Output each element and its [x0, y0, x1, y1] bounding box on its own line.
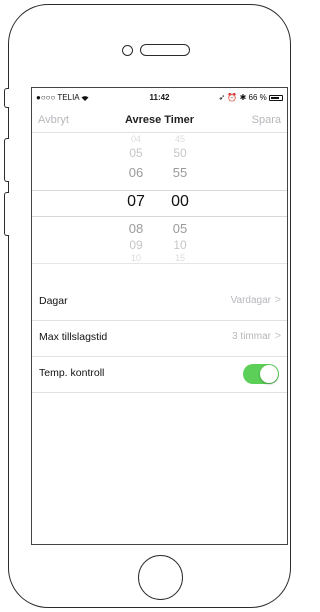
minute-option[interactable]: 50 [160, 146, 200, 160]
temp-control-label: Temp. kontroll [39, 367, 105, 379]
minute-selected[interactable]: 00 [160, 193, 200, 211]
time-picker[interactable]: 04 05 06 07 08 09 10 45 50 55 00 05 10 1… [32, 133, 287, 264]
max-time-value: 3 timmar [232, 331, 271, 342]
volume-down-button [4, 192, 9, 236]
camera-icon [122, 45, 133, 56]
page-title: Avrese Timer [124, 114, 195, 126]
hour-option[interactable]: 06 [116, 165, 156, 180]
toggle-knob [260, 365, 278, 383]
battery-icon [269, 94, 283, 101]
speaker-grille [140, 44, 190, 56]
phone-frame: ●○○○ TELIA 11:42 ➶ ⏰ ✱ 66 % Avbryt Avres… [8, 4, 291, 608]
days-label: Dagar [39, 295, 68, 307]
minute-option[interactable]: 05 [160, 221, 200, 236]
save-button[interactable]: Spara [252, 114, 281, 126]
chevron-right-icon: > [274, 294, 281, 306]
temp-control-toggle[interactable] [243, 364, 279, 384]
hour-option[interactable]: 09 [116, 238, 156, 252]
days-value: Vardagar [230, 295, 271, 306]
temp-control-row: Temp. kontroll [32, 356, 287, 393]
home-button[interactable] [138, 555, 183, 600]
max-time-label: Max tillslagstid [39, 331, 108, 343]
minute-option[interactable]: 15 [160, 253, 200, 263]
hour-option[interactable]: 10 [116, 253, 156, 263]
max-time-row[interactable]: Max tillslagstid 3 timmar > [32, 320, 287, 357]
status-right-text: ➶ ⏰ ✱ 66 % [218, 93, 267, 102]
mute-switch [4, 88, 9, 108]
nav-bar: Avbryt Avrese Timer Spara [32, 110, 287, 133]
hour-option[interactable]: 08 [116, 221, 156, 236]
hour-option[interactable]: 04 [116, 134, 156, 144]
minute-option[interactable]: 10 [160, 238, 200, 252]
status-bar: ●○○○ TELIA 11:42 ➶ ⏰ ✱ 66 % [32, 88, 287, 108]
minute-option[interactable]: 55 [160, 165, 200, 180]
volume-up-button [4, 138, 9, 182]
minute-option[interactable]: 45 [160, 134, 200, 144]
picker-selection-bottom-line [32, 216, 287, 217]
picker-selection-top-line [32, 190, 287, 191]
hour-selected[interactable]: 07 [116, 193, 156, 211]
screen: ●○○○ TELIA 11:42 ➶ ⏰ ✱ 66 % Avbryt Avres… [31, 87, 288, 545]
hour-option[interactable]: 05 [116, 146, 156, 160]
days-row[interactable]: Dagar Vardagar > [32, 284, 287, 321]
chevron-right-icon: > [274, 330, 281, 342]
